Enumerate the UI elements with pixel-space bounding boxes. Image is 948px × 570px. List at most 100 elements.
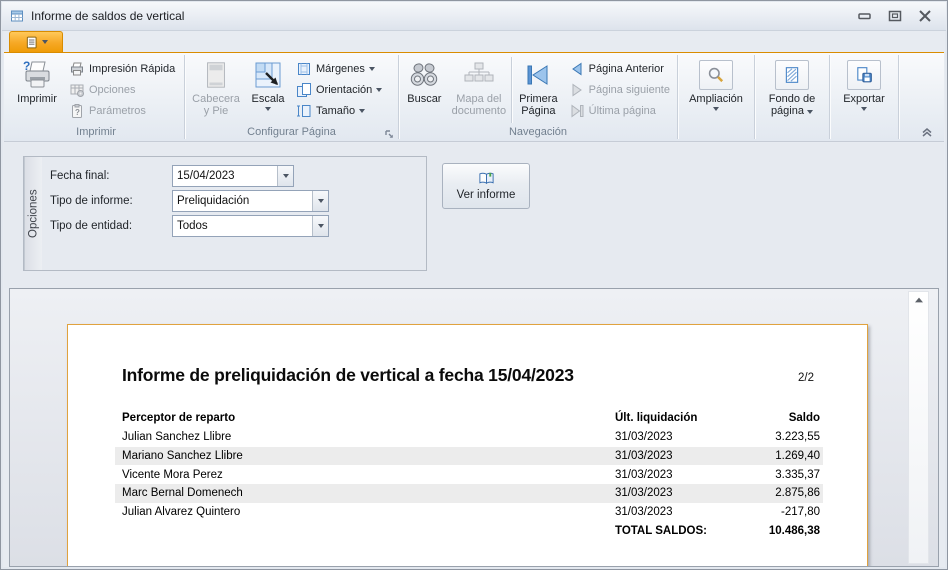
scroll-up-button[interactable] bbox=[909, 292, 928, 308]
search-label: Buscar bbox=[407, 93, 442, 105]
page-background-button[interactable]: Fondo de página bbox=[758, 55, 826, 125]
size-button[interactable]: Tamaño bbox=[291, 100, 387, 121]
restore-button[interactable] bbox=[886, 8, 904, 24]
size-icon bbox=[297, 104, 311, 117]
tipo-informe-dropdown-button[interactable] bbox=[312, 191, 328, 211]
group-caption-configurar-label: Configurar Página bbox=[247, 126, 336, 138]
next-page-button[interactable]: Página siguiente bbox=[564, 79, 675, 100]
fecha-final-label: Fecha final: bbox=[50, 170, 110, 182]
inner-separator bbox=[511, 57, 513, 123]
ribbon-group-navegacion: Buscar Mapa del documento Primera Página bbox=[400, 53, 676, 141]
report-window: Informe de saldos de vertical ? Imprimir… bbox=[0, 0, 948, 570]
col-header-perceptor: Perceptor de reparto bbox=[122, 411, 236, 424]
ribbon-app-menu[interactable] bbox=[9, 31, 63, 52]
next-page-label: Página siguiente bbox=[588, 83, 670, 96]
document-map-label: Mapa del documento bbox=[451, 93, 507, 117]
dropdown-arrow-icon bbox=[359, 108, 366, 113]
scroll-up-icon bbox=[914, 297, 923, 303]
search-button[interactable]: Buscar bbox=[401, 55, 448, 125]
zoom-icon bbox=[699, 59, 733, 90]
cell-saldo: -217,80 bbox=[780, 506, 820, 519]
dropdown-arrow-icon bbox=[317, 199, 324, 203]
dropdown-arrow-icon bbox=[376, 87, 383, 92]
table-total-row: TOTAL SALDOS: 10.486,38 bbox=[115, 521, 823, 540]
options-icon bbox=[70, 84, 84, 97]
ribbon-group-configurar-pagina: Cabecera y Pie Escala Márgenes Orientaci… bbox=[186, 53, 397, 141]
ribbon-group-imprimir: ? Imprimir Impresión Rápida Opciones ? P… bbox=[9, 53, 183, 141]
dropdown-arrow-icon bbox=[807, 110, 814, 114]
parameters-button[interactable]: ? Parámetros bbox=[64, 100, 180, 121]
col-header-liquidacion: Últ. liquidación bbox=[615, 411, 698, 424]
search-icon bbox=[408, 56, 440, 93]
options-tab[interactable]: Opciones bbox=[24, 157, 42, 270]
tipo-entidad-combo bbox=[172, 215, 329, 237]
dialog-launcher-icon[interactable] bbox=[384, 129, 394, 139]
app-menu-icon bbox=[26, 36, 37, 48]
fecha-final-input[interactable] bbox=[173, 166, 277, 186]
report-table-icon bbox=[10, 9, 24, 23]
view-report-label: Ver informe bbox=[456, 189, 516, 201]
restore-icon bbox=[888, 10, 902, 22]
group-caption-imprimir: Imprimir bbox=[76, 126, 116, 138]
export-label: Exportar bbox=[843, 93, 885, 105]
tipo-informe-row: Tipo de informe: bbox=[50, 190, 426, 212]
export-button[interactable]: Exportar bbox=[833, 55, 895, 125]
export-icon bbox=[847, 59, 881, 90]
print-options-button[interactable]: Opciones bbox=[64, 79, 180, 100]
first-page-button[interactable]: Primera Página bbox=[513, 55, 564, 125]
last-page-button[interactable]: Última página bbox=[564, 100, 675, 121]
page-indicator: 2/2 bbox=[798, 372, 814, 384]
group-caption-empty bbox=[831, 125, 897, 141]
print-button[interactable]: ? Imprimir bbox=[10, 55, 64, 125]
parameters-label: Parámetros bbox=[89, 104, 146, 117]
collapse-ribbon-icon[interactable] bbox=[920, 125, 934, 137]
fecha-final-combo bbox=[172, 165, 294, 187]
view-report-button[interactable]: Ver informe bbox=[442, 163, 530, 209]
scale-label: Escala bbox=[251, 93, 285, 105]
svg-text:?: ? bbox=[23, 59, 30, 73]
report-preview: Informe de preliquidación de vertical a … bbox=[9, 288, 939, 567]
fecha-final-dropdown-button[interactable] bbox=[277, 166, 293, 186]
first-page-icon bbox=[522, 56, 554, 93]
tipo-entidad-dropdown-button[interactable] bbox=[312, 216, 328, 236]
group-caption-configurar: Configurar Página bbox=[186, 125, 397, 141]
tipo-informe-input[interactable] bbox=[173, 191, 312, 211]
cell-liquidacion: 31/03/2023 bbox=[615, 450, 673, 463]
vertical-scrollbar[interactable] bbox=[908, 291, 929, 564]
col-header-saldo: Saldo bbox=[788, 411, 820, 424]
group-separator bbox=[184, 55, 185, 139]
page-background-label: Fondo de página bbox=[768, 93, 816, 117]
report-table: Perceptor de reparto Últ. liquidación Sa… bbox=[115, 407, 823, 540]
minimize-button[interactable] bbox=[856, 8, 874, 24]
orientation-label: Orientación bbox=[316, 83, 373, 96]
scale-button[interactable]: Escala bbox=[245, 55, 291, 125]
dropdown-arrow-icon bbox=[282, 174, 289, 178]
minimize-icon bbox=[858, 13, 871, 20]
close-button[interactable] bbox=[916, 8, 934, 24]
options-panel: Opciones Fecha final: Tipo de informe: bbox=[23, 156, 427, 271]
cell-perceptor: Mariano Sanchez Llibre bbox=[122, 450, 243, 463]
print-options-label: Opciones bbox=[89, 83, 136, 96]
previous-page-icon bbox=[571, 62, 582, 75]
orientation-button[interactable]: Orientación bbox=[291, 79, 387, 100]
document-map-button[interactable]: Mapa del documento bbox=[448, 55, 510, 125]
page-background-icon bbox=[775, 59, 809, 90]
table-row: Julian Sanchez Llibre 31/03/2023 3.223,5… bbox=[115, 428, 823, 447]
previous-page-label: Página Anterior bbox=[588, 62, 664, 75]
quick-print-label: Impresión Rápida bbox=[89, 62, 176, 75]
tipo-entidad-input[interactable] bbox=[173, 216, 312, 236]
cell-liquidacion: 31/03/2023 bbox=[615, 506, 673, 519]
cell-liquidacion: 31/03/2023 bbox=[615, 431, 673, 444]
cell-perceptor: Vicente Mora Perez bbox=[122, 468, 223, 481]
quick-print-button[interactable]: Impresión Rápida bbox=[64, 58, 180, 79]
header-footer-button[interactable]: Cabecera y Pie bbox=[187, 55, 245, 125]
size-label: Tamaño bbox=[316, 104, 356, 117]
zoom-button[interactable]: Ampliación bbox=[681, 55, 751, 125]
dropdown-arrow-icon bbox=[368, 66, 375, 71]
cell-liquidacion: 31/03/2023 bbox=[615, 487, 673, 500]
quick-print-icon bbox=[71, 62, 83, 75]
margins-button[interactable]: Márgenes bbox=[291, 58, 387, 79]
group-separator bbox=[677, 55, 678, 139]
previous-page-button[interactable]: Página Anterior bbox=[564, 58, 675, 79]
orientation-icon bbox=[297, 82, 311, 97]
